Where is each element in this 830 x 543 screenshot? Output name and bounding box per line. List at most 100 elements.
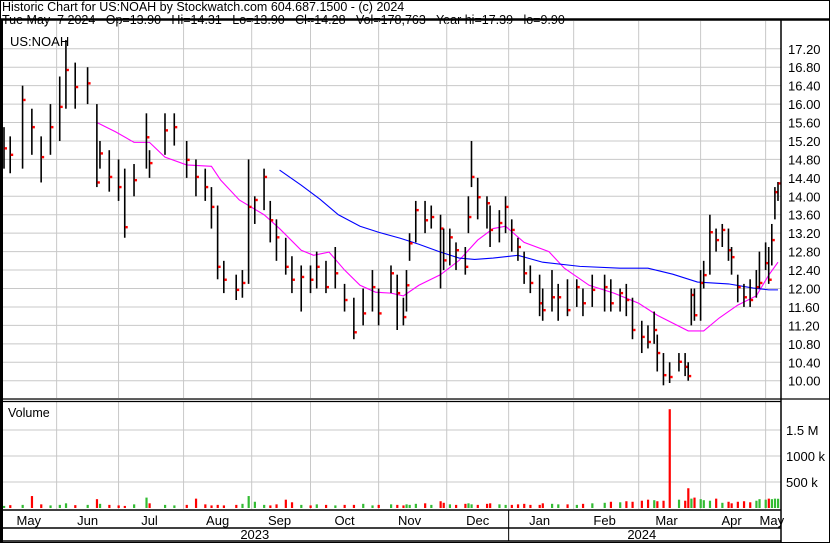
month-label: Mar: [655, 513, 678, 528]
grid: [3, 21, 781, 509]
volume-bar: [448, 504, 452, 508]
close-tick: [577, 285, 580, 289]
close-tick: [487, 202, 490, 205]
volume-bar: [476, 504, 479, 508]
close-tick: [134, 178, 138, 182]
close-tick: [270, 219, 274, 222]
price-tick-label: 10.80: [788, 337, 821, 352]
short-moving-average-line: [96, 122, 779, 332]
close-tick: [109, 175, 113, 179]
close-tick: [688, 374, 692, 378]
price-tick-label: 16.80: [788, 60, 821, 75]
volume-bar: [489, 503, 492, 508]
close-tick: [744, 296, 747, 299]
close-tick: [406, 284, 410, 287]
volume-bar: [275, 504, 278, 508]
close-tick: [165, 129, 168, 132]
close-tick: [583, 302, 586, 305]
month-label: Aug: [206, 513, 229, 528]
volume-bar: [767, 498, 770, 508]
month-label: Nov: [398, 513, 422, 528]
close-tick: [410, 242, 413, 245]
close-tick: [125, 225, 128, 229]
month-label: Feb: [593, 513, 615, 528]
close-tick: [620, 291, 624, 295]
volume-bar: [263, 504, 266, 508]
close-tick: [694, 314, 698, 317]
volume-bar: [194, 498, 198, 508]
close-tick: [567, 308, 571, 312]
close-tick: [512, 228, 515, 232]
volume-bar: [646, 499, 650, 508]
volume-bar: [625, 501, 628, 508]
close-tick: [150, 161, 153, 165]
stock-chart: 17.20 16.80 16.40 16.00 15.60 15.20 14.80 14.40…: [0, 0, 830, 543]
close-tick: [345, 298, 348, 302]
volume-bar: [173, 505, 176, 508]
price-tick-label: 13.20: [788, 226, 821, 241]
close-tick: [75, 85, 79, 89]
volume-bar: [216, 504, 219, 508]
close-tick: [146, 136, 150, 139]
close-tick: [363, 312, 367, 315]
month-label: Apr: [721, 513, 742, 528]
close-tick: [236, 288, 240, 292]
price-tick-label: 14.00: [788, 189, 821, 204]
close-tick: [391, 272, 394, 275]
close-tick: [456, 249, 460, 252]
close-tick: [654, 328, 658, 332]
close-tick: [326, 285, 329, 289]
close-tick: [119, 185, 122, 189]
month-label: Jan: [529, 513, 550, 528]
volume-bar: [770, 499, 774, 508]
month-label: Dec: [466, 513, 490, 528]
price-tick-label: 10.40: [788, 355, 821, 370]
volume-bar: [269, 505, 272, 508]
volume-bar: [603, 502, 606, 508]
close-tick: [276, 236, 280, 239]
close-tick: [710, 231, 713, 234]
volume-bar: [309, 505, 312, 508]
volume-bar: [708, 500, 712, 508]
volume-bar: [377, 504, 380, 508]
close-tick: [88, 82, 91, 85]
price-tick-label: 10.00: [788, 374, 821, 389]
volume-bar: [730, 503, 733, 508]
volume-bar: [470, 504, 473, 508]
volume-bar: [721, 502, 724, 508]
volume-bar: [538, 504, 541, 508]
price-tick-label: 14.80: [788, 152, 821, 167]
close-tick: [626, 298, 630, 302]
volume-bar: [352, 504, 356, 508]
volume-bar: [455, 504, 458, 508]
close-tick: [50, 125, 54, 129]
close-tick: [264, 175, 268, 179]
volume-bar: [699, 499, 702, 508]
close-tick: [543, 308, 546, 312]
volume-bar: [485, 503, 489, 508]
volume-bar: [442, 502, 445, 508]
volume-bar: [581, 503, 585, 508]
close-tick: [663, 373, 667, 377]
close-tick: [403, 315, 407, 319]
close-tick: [657, 351, 661, 355]
volume-bar: [396, 504, 399, 508]
volume-bar: [30, 496, 34, 508]
volume-bar: [424, 503, 427, 508]
symbol-label: US:NOAH: [10, 34, 69, 49]
volume-bar: [95, 499, 99, 508]
price-tick-label: 11.20: [788, 318, 820, 333]
month-label: May: [760, 513, 785, 528]
close-tick: [704, 273, 707, 277]
volume-tick-label: 1000 k: [786, 449, 826, 464]
close-tick: [431, 215, 435, 219]
price-tick-label: 17.20: [788, 42, 821, 57]
volume-bar: [117, 505, 120, 508]
volume-bar: [235, 504, 238, 508]
close-tick: [32, 125, 35, 129]
close-tick: [249, 205, 252, 209]
volume-bar: [108, 504, 111, 508]
close-tick: [224, 278, 227, 281]
volume-bar: [64, 503, 68, 508]
volume-bar: [575, 504, 578, 508]
